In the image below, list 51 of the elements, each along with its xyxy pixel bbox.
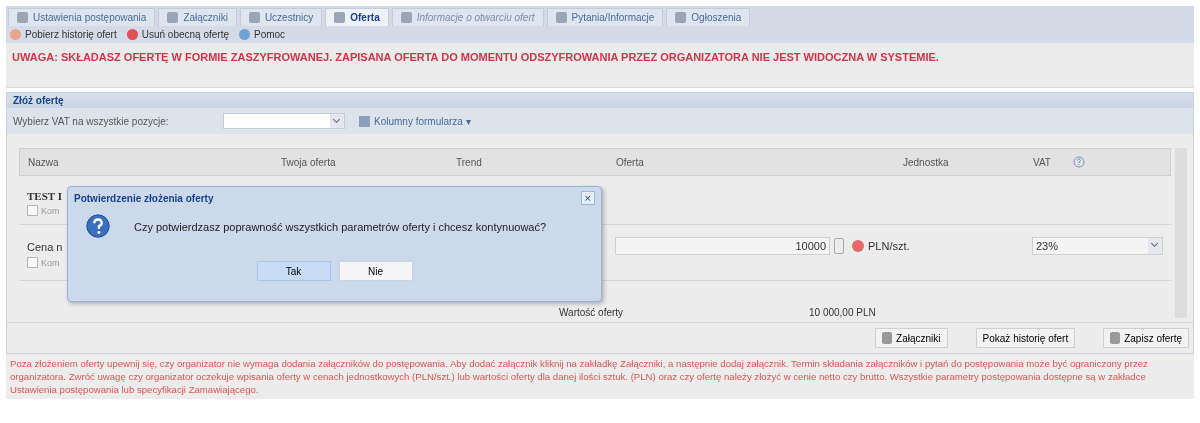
tab[interactable]: Załączniki: [158, 8, 237, 26]
summary-label: Wartość oferty: [559, 307, 625, 318]
panel-title: Złóż ofertę: [13, 95, 64, 106]
tab[interactable]: Ustawienia postępowania: [8, 8, 156, 26]
button-icon: [882, 332, 893, 344]
tab-icon: [555, 12, 567, 23]
dialog-button[interactable]: Tak: [256, 261, 331, 281]
toolbar-icon: [126, 29, 138, 40]
dialog-message: Czy potwierdzasz poprawność wszystkich parametrów oferty i chcesz kontynuować?: [134, 221, 547, 233]
tab-icon: [17, 12, 28, 23]
tab[interactable]: Ogłoszenia: [666, 8, 751, 26]
column-header: Trend: [456, 156, 483, 168]
delete-icon[interactable]: [852, 240, 864, 252]
warning-message: UWAGA: SKŁADASZ OFERTĘ W FORMIE ZASZYFROWANEJ. ZAPISANA OFERTA DO MOMENTU ODSZYFROWANIA PRZEZ ORGANIZATORA NIE JEST WIDOCZNA W SYSTEMIE.: [12, 51, 939, 63]
vat-label: Wybierz VAT na wszystkie pozycje:: [13, 115, 170, 127]
help-icon: [1073, 156, 1085, 168]
toolbar-icon: [10, 29, 21, 40]
tab-icon: [675, 12, 687, 23]
dialog-button[interactable]: Nie: [338, 261, 413, 281]
toolbar-button[interactable]: Usuń obecną ofertę: [126, 29, 229, 40]
action-button[interactable]: Zapisz ofertę: [1103, 328, 1189, 348]
action-button[interactable]: Pokaż historię ofert: [975, 328, 1076, 348]
info-note: Poza złożeniem oferty upewnij się, czy organizator nie wymaga dodania załączników do postępowania. Aby dodać załącznik kliknij na zakładkę Załączniki, a następnie dodaj załącznik. Termin składania załączników i pytań do postępowania może być ograniczony przez organizatora. Zwróć uwagę czy organizator oczekuje wpisania oferty w cenach jednostkowych (PLN/szt.) lub wartości oferty dla danej ilości sztuk. (PLN) oraz czy ofertę należy złożyć w cenie netto czy brutto. Wszystkie parametry postępowania dostępne są w zakładce Ustawienia postępowania lub specyfikacji Zamawiającego.: [10, 358, 1148, 395]
vat-select[interactable]: 23%: [1032, 237, 1163, 255]
close-button[interactable]: ×: [580, 191, 595, 205]
toolbar-button[interactable]: Pomoc: [239, 29, 286, 40]
summary-value: 10 000,00 PLN: [809, 307, 876, 318]
vat-dropdown[interactable]: [223, 113, 345, 129]
button-icon: [1110, 332, 1121, 344]
tab[interactable]: Pytania/Informacje: [546, 8, 664, 26]
unit-text: PLN/szt.: [868, 240, 910, 252]
row-name: Cena n: [27, 241, 63, 253]
tab[interactable]: Uczestnicy: [239, 8, 323, 26]
column-header: Nazwa: [28, 156, 60, 168]
column-header: Twoja oferta: [281, 156, 337, 168]
column-header: Oferta: [616, 156, 645, 168]
column-header: Jednostka: [903, 156, 950, 168]
columns-menu-button[interactable]: Kolumny formularza ▾: [353, 114, 477, 128]
group-title: TEST I: [27, 190, 62, 202]
tab-icon: [400, 12, 412, 23]
action-button[interactable]: Załączniki: [875, 328, 948, 348]
tab-icon: [334, 12, 346, 23]
dialog-title: Potwierdzenie złożenia oferty: [74, 192, 214, 204]
tab-icon: [248, 12, 260, 23]
question-icon: [84, 213, 112, 241]
column-header: VAT: [1033, 156, 1052, 168]
tab[interactable]: Oferta: [325, 8, 389, 26]
offer-input[interactable]: 10000: [615, 237, 830, 255]
toolbar-icon: [239, 29, 250, 40]
tab-icon: [167, 12, 179, 23]
toolbar-button[interactable]: Pobierz historię ofert: [10, 29, 117, 40]
